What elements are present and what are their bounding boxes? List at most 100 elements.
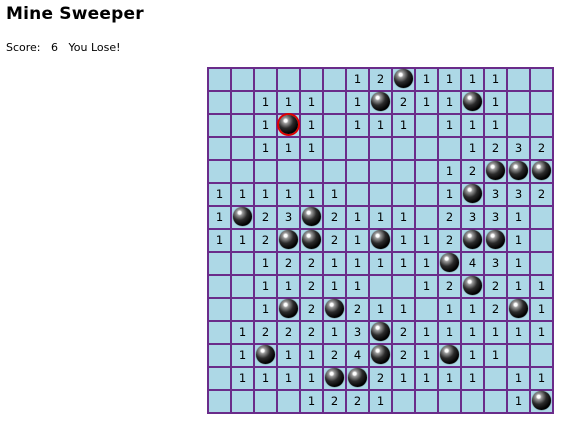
number-cell[interactable]: 3 (506, 136, 531, 161)
number-cell[interactable]: 1 (230, 228, 255, 253)
number-cell[interactable]: 1 (276, 136, 301, 161)
empty-cell[interactable] (414, 205, 439, 230)
number-cell[interactable]: 1 (460, 67, 485, 92)
number-cell[interactable]: 2 (299, 251, 324, 276)
number-cell[interactable]: 2 (276, 320, 301, 345)
number-cell[interactable]: 1 (414, 67, 439, 92)
number-cell[interactable]: 1 (253, 136, 278, 161)
number-cell[interactable]: 2 (322, 343, 347, 368)
number-cell[interactable]: 1 (230, 366, 255, 391)
empty-cell[interactable] (506, 90, 531, 115)
number-cell[interactable]: 1 (345, 274, 370, 299)
empty-cell[interactable] (529, 251, 554, 276)
number-cell[interactable]: 1 (437, 320, 462, 345)
number-cell[interactable]: 2 (368, 67, 393, 92)
mine-cell[interactable] (368, 228, 393, 253)
number-cell[interactable]: 1 (299, 366, 324, 391)
number-cell[interactable]: 1 (368, 297, 393, 322)
number-cell[interactable]: 1 (529, 366, 554, 391)
number-cell[interactable]: 1 (207, 182, 232, 207)
empty-cell[interactable] (207, 366, 232, 391)
empty-cell[interactable] (529, 343, 554, 368)
number-cell[interactable]: 1 (322, 320, 347, 345)
number-cell[interactable]: 1 (253, 182, 278, 207)
number-cell[interactable]: 1 (322, 274, 347, 299)
number-cell[interactable]: 2 (253, 228, 278, 253)
number-cell[interactable]: 1 (437, 297, 462, 322)
empty-cell[interactable] (391, 274, 416, 299)
number-cell[interactable]: 1 (414, 274, 439, 299)
empty-cell[interactable] (460, 389, 485, 414)
mine-cell[interactable] (253, 343, 278, 368)
empty-cell[interactable] (230, 113, 255, 138)
number-cell[interactable]: 1 (414, 366, 439, 391)
empty-cell[interactable] (207, 343, 232, 368)
mine-cell[interactable] (437, 343, 462, 368)
number-cell[interactable]: 3 (506, 182, 531, 207)
number-cell[interactable]: 2 (368, 366, 393, 391)
empty-cell[interactable] (276, 67, 301, 92)
empty-cell[interactable] (414, 182, 439, 207)
number-cell[interactable]: 1 (483, 90, 508, 115)
number-cell[interactable]: 1 (230, 343, 255, 368)
number-cell[interactable]: 2 (437, 228, 462, 253)
number-cell[interactable]: 1 (414, 343, 439, 368)
empty-cell[interactable] (529, 67, 554, 92)
empty-cell[interactable] (368, 182, 393, 207)
empty-cell[interactable] (506, 67, 531, 92)
number-cell[interactable]: 2 (391, 320, 416, 345)
empty-cell[interactable] (230, 297, 255, 322)
empty-cell[interactable] (207, 320, 232, 345)
number-cell[interactable]: 1 (506, 366, 531, 391)
mine-cell[interactable] (368, 343, 393, 368)
empty-cell[interactable] (483, 389, 508, 414)
empty-cell[interactable] (207, 251, 232, 276)
empty-cell[interactable] (207, 274, 232, 299)
number-cell[interactable]: 2 (391, 90, 416, 115)
number-cell[interactable]: 3 (483, 182, 508, 207)
number-cell[interactable]: 1 (391, 251, 416, 276)
empty-cell[interactable] (207, 159, 232, 184)
number-cell[interactable]: 1 (253, 90, 278, 115)
number-cell[interactable]: 1 (391, 297, 416, 322)
number-cell[interactable]: 1 (483, 67, 508, 92)
mine-cell[interactable] (529, 159, 554, 184)
number-cell[interactable]: 1 (506, 228, 531, 253)
number-cell[interactable]: 1 (529, 274, 554, 299)
number-cell[interactable]: 1 (391, 228, 416, 253)
empty-cell[interactable] (414, 297, 439, 322)
empty-cell[interactable] (253, 159, 278, 184)
number-cell[interactable]: 1 (414, 320, 439, 345)
number-cell[interactable]: 1 (529, 320, 554, 345)
number-cell[interactable]: 1 (368, 205, 393, 230)
exploded-mine-cell[interactable] (276, 113, 301, 138)
empty-cell[interactable] (483, 366, 508, 391)
mine-cell[interactable] (299, 228, 324, 253)
empty-cell[interactable] (506, 113, 531, 138)
number-cell[interactable]: 4 (460, 251, 485, 276)
number-cell[interactable]: 1 (368, 113, 393, 138)
number-cell[interactable]: 1 (437, 90, 462, 115)
number-cell[interactable]: 3 (483, 205, 508, 230)
empty-cell[interactable] (529, 113, 554, 138)
number-cell[interactable]: 1 (437, 159, 462, 184)
empty-cell[interactable] (345, 159, 370, 184)
number-cell[interactable]: 1 (230, 320, 255, 345)
number-cell[interactable]: 1 (391, 113, 416, 138)
empty-cell[interactable] (414, 389, 439, 414)
empty-cell[interactable] (230, 67, 255, 92)
mine-cell[interactable] (276, 228, 301, 253)
number-cell[interactable]: 1 (460, 136, 485, 161)
number-cell[interactable]: 1 (437, 113, 462, 138)
number-cell[interactable]: 1 (391, 205, 416, 230)
number-cell[interactable]: 2 (529, 182, 554, 207)
number-cell[interactable]: 1 (299, 389, 324, 414)
empty-cell[interactable] (391, 389, 416, 414)
number-cell[interactable]: 1 (276, 90, 301, 115)
number-cell[interactable]: 1 (368, 251, 393, 276)
mine-cell[interactable] (345, 366, 370, 391)
empty-cell[interactable] (299, 159, 324, 184)
number-cell[interactable]: 2 (322, 389, 347, 414)
mine-cell[interactable] (299, 205, 324, 230)
number-cell[interactable]: 1 (207, 205, 232, 230)
